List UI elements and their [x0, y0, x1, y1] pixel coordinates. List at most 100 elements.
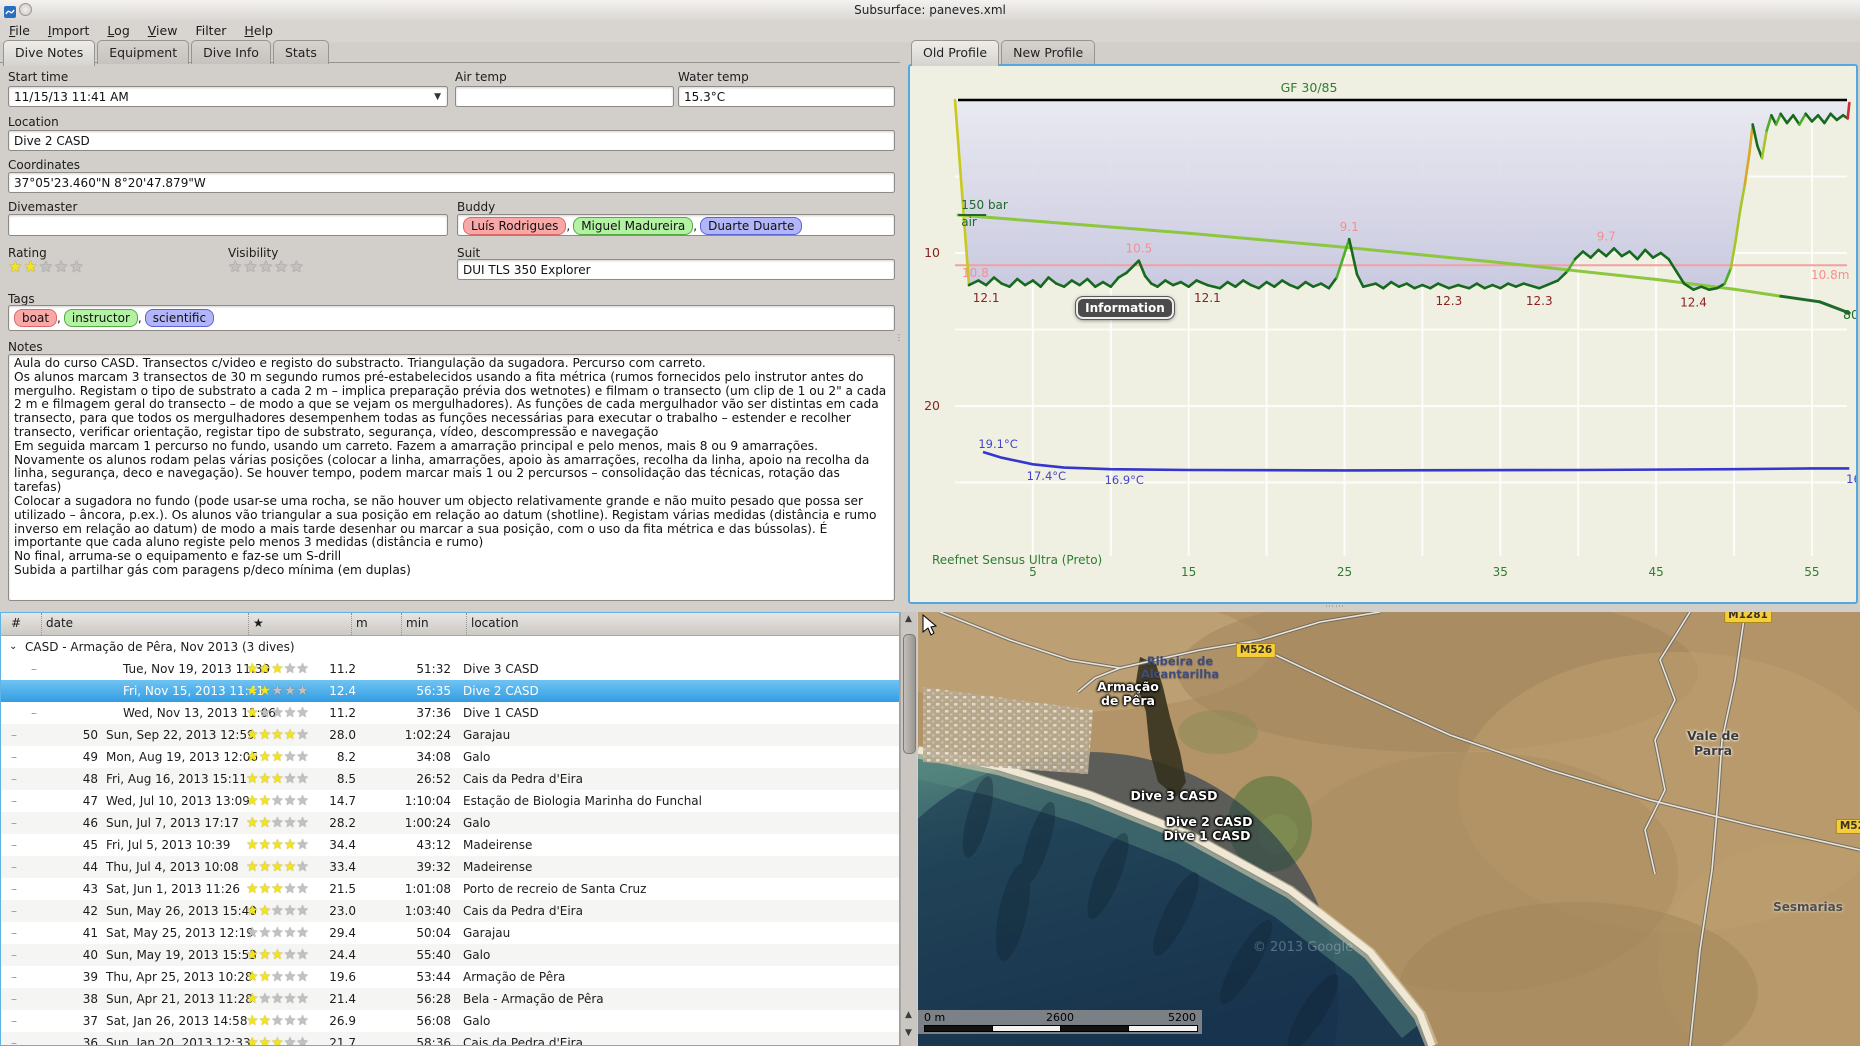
chip-instructor[interactable]: instructor	[63, 309, 138, 327]
scrollbar-thumb[interactable]	[903, 634, 916, 754]
star-filled-icon[interactable]: ★	[259, 727, 272, 743]
star-filled-icon[interactable]: ★	[271, 837, 284, 853]
start-time-combobox[interactable]: ▼	[8, 86, 448, 107]
star-filled-icon[interactable]: ★	[259, 771, 272, 787]
chip-scientific[interactable]: scientific	[144, 309, 215, 327]
star-filled-icon[interactable]: ★	[246, 727, 259, 743]
star-empty-icon[interactable]: ★	[271, 815, 284, 831]
air-temp-input[interactable]	[455, 86, 674, 107]
column-header-min[interactable]: min	[401, 613, 429, 635]
tab-dive-notes[interactable]: Dive Notes	[3, 40, 96, 66]
star-empty-icon[interactable]: ★	[284, 683, 297, 699]
table-row[interactable]: – 37 Sat, Jan 26, 2013 14:58 ★★★★★ 26.9 56:08…	[1, 1010, 899, 1032]
star-empty-icon[interactable]: ★	[271, 925, 284, 941]
star-filled-icon[interactable]: ★	[23, 257, 38, 276]
menu-filter[interactable]: Filter	[186, 20, 235, 41]
table-row[interactable]: – 50 Sun, Sep 22, 2013 12:59 ★★★★★ 28.0 1:02:…	[1, 724, 899, 746]
star-empty-icon[interactable]: ★	[69, 257, 84, 276]
star-empty-icon[interactable]: ★	[271, 793, 284, 809]
table-row[interactable]: – 43 Sat, Jun 1, 2013 11:26 ★★★★★ 21.5 1:01:0…	[1, 878, 899, 900]
star-empty-icon[interactable]: ★	[39, 257, 54, 276]
table-row[interactable]: – Wed, Nov 13, 2013 11:06 ★★★★★ 11.2 37:36 Di…	[1, 702, 899, 724]
chevron-down-icon[interactable]: ▼	[434, 92, 441, 102]
star-empty-icon[interactable]: ★	[284, 661, 297, 677]
star-empty-icon[interactable]: ★	[259, 257, 274, 276]
star-filled-icon[interactable]: ★	[271, 881, 284, 897]
star-empty-icon[interactable]: ★	[259, 705, 272, 721]
star-empty-icon[interactable]: ★	[271, 1013, 284, 1029]
column-header-date[interactable]: date	[41, 613, 73, 635]
table-row[interactable]: – Fri, Nov 15, 2013 11:41 ★★★★★ 12.4 56:35 Di…	[1, 680, 899, 702]
star-filled-icon[interactable]: ★	[246, 1035, 259, 1045]
table-row[interactable]: – 41 Sat, May 25, 2013 12:19 ★★★★★ 29.4 50:04…	[1, 922, 899, 944]
star-empty-icon[interactable]: ★	[259, 925, 272, 941]
star-filled-icon[interactable]: ★	[246, 815, 259, 831]
tab-equipment[interactable]: Equipment	[97, 40, 190, 64]
star-empty-icon[interactable]: ★	[284, 903, 297, 919]
coordinates-input[interactable]	[8, 172, 895, 193]
star-filled-icon[interactable]: ★	[246, 1013, 259, 1029]
chip-miguel-madureira[interactable]: Miguel Madureira	[573, 217, 694, 235]
dive-location-map[interactable]: Armação de Pêra Ribeira de Alcantarilha Va…	[918, 612, 1860, 1046]
star-empty-icon[interactable]: ★	[289, 257, 304, 276]
dive-list-scrollbar[interactable]: ▲ ▲ ▼	[900, 612, 917, 1046]
star-empty-icon[interactable]: ★	[284, 991, 297, 1007]
star-filled-icon[interactable]: ★	[259, 837, 272, 853]
star-filled-icon[interactable]: ★	[246, 661, 259, 677]
chip-boat[interactable]: boat	[14, 309, 58, 327]
star-filled-icon[interactable]: ★	[246, 837, 259, 853]
table-row[interactable]: – 44 Thu, Jul 4, 2013 10:08 ★★★★★ 33.4 39:32 M…	[1, 856, 899, 878]
column-header-#[interactable]: #	[7, 613, 21, 635]
star-filled-icon[interactable]: ★	[246, 771, 259, 787]
star-filled-icon[interactable]: ★	[271, 859, 284, 875]
star-filled-icon[interactable]: ★	[271, 947, 284, 963]
star-filled-icon[interactable]: ★	[246, 859, 259, 875]
star-empty-icon[interactable]: ★	[284, 969, 297, 985]
column-header-★[interactable]: ★	[248, 613, 264, 635]
star-filled-icon[interactable]: ★	[284, 727, 297, 743]
star-empty-icon[interactable]: ★	[284, 815, 297, 831]
dive-trip-group-row[interactable]: ⌄ CASD - Armação de Pêra, Nov 2013 (3 div…	[1, 636, 899, 658]
information-button[interactable]: Information	[1075, 296, 1175, 320]
table-row[interactable]: – 49 Mon, Aug 19, 2013 12:06 ★★★★★ 8.2 34:08 G…	[1, 746, 899, 768]
buddy-input[interactable]: Luís Rodrigues, Miguel Madureira, Duarte D…	[457, 214, 895, 236]
star-filled-icon[interactable]: ★	[246, 749, 259, 765]
star-filled-icon[interactable]: ★	[246, 969, 259, 985]
dive-list-header[interactable]: # date ★ m min location	[1, 613, 899, 636]
table-row[interactable]: – Tue, Nov 19, 2013 11:39 ★★★★★ 11.2 51:32 Di…	[1, 658, 899, 680]
tags-input[interactable]: boat, instructor, scientific	[8, 305, 895, 331]
window-titlebar[interactable]: Subsurface: paneves.xml	[0, 0, 1860, 20]
star-empty-icon[interactable]: ★	[274, 257, 289, 276]
star-filled-icon[interactable]: ★	[259, 903, 272, 919]
menu-file[interactable]: File	[0, 20, 39, 41]
star-filled-icon[interactable]: ★	[259, 881, 272, 897]
star-empty-icon[interactable]: ★	[271, 705, 284, 721]
star-empty-icon[interactable]: ★	[271, 903, 284, 919]
star-filled-icon[interactable]: ★	[271, 749, 284, 765]
star-empty-icon[interactable]: ★	[284, 947, 297, 963]
chip-luís-rodrigues[interactable]: Luís Rodrigues	[463, 217, 567, 235]
table-row[interactable]: – 45 Fri, Jul 5, 2013 10:39 ★★★★★ 34.4 43:12 M…	[1, 834, 899, 856]
star-filled-icon[interactable]: ★	[246, 903, 259, 919]
star-empty-icon[interactable]: ★	[284, 771, 297, 787]
table-row[interactable]: – 40 Sun, May 19, 2013 15:53 ★★★★★ 24.4 55:40…	[1, 944, 899, 966]
star-empty-icon[interactable]: ★	[228, 257, 243, 276]
star-filled-icon[interactable]: ★	[259, 1013, 272, 1029]
menu-view[interactable]: View	[139, 20, 187, 41]
star-empty-icon[interactable]: ★	[284, 705, 297, 721]
star-filled-icon[interactable]: ★	[246, 881, 259, 897]
table-row[interactable]: – 48 Fri, Aug 16, 2013 15:11 ★★★★★ 8.5 26:52 C…	[1, 768, 899, 790]
star-filled-icon[interactable]: ★	[271, 727, 284, 743]
water-temp-input[interactable]	[678, 86, 895, 107]
star-filled-icon[interactable]: ★	[259, 1035, 272, 1045]
star-filled-icon[interactable]: ★	[246, 705, 259, 721]
horizontal-splitter-handle[interactable]: ⋯⋯	[1325, 602, 1345, 612]
star-filled-icon[interactable]: ★	[271, 771, 284, 787]
tab-new-profile[interactable]: New Profile	[1001, 40, 1096, 64]
star-filled-icon[interactable]: ★	[259, 859, 272, 875]
tab-old-profile[interactable]: Old Profile	[911, 40, 1000, 66]
star-filled-icon[interactable]: ★	[271, 661, 284, 677]
column-header-location[interactable]: location	[466, 613, 519, 635]
table-row[interactable]: – 42 Sun, May 26, 2013 15:40 ★★★★★ 23.0 1:03:…	[1, 900, 899, 922]
star-filled-icon[interactable]: ★	[246, 793, 259, 809]
